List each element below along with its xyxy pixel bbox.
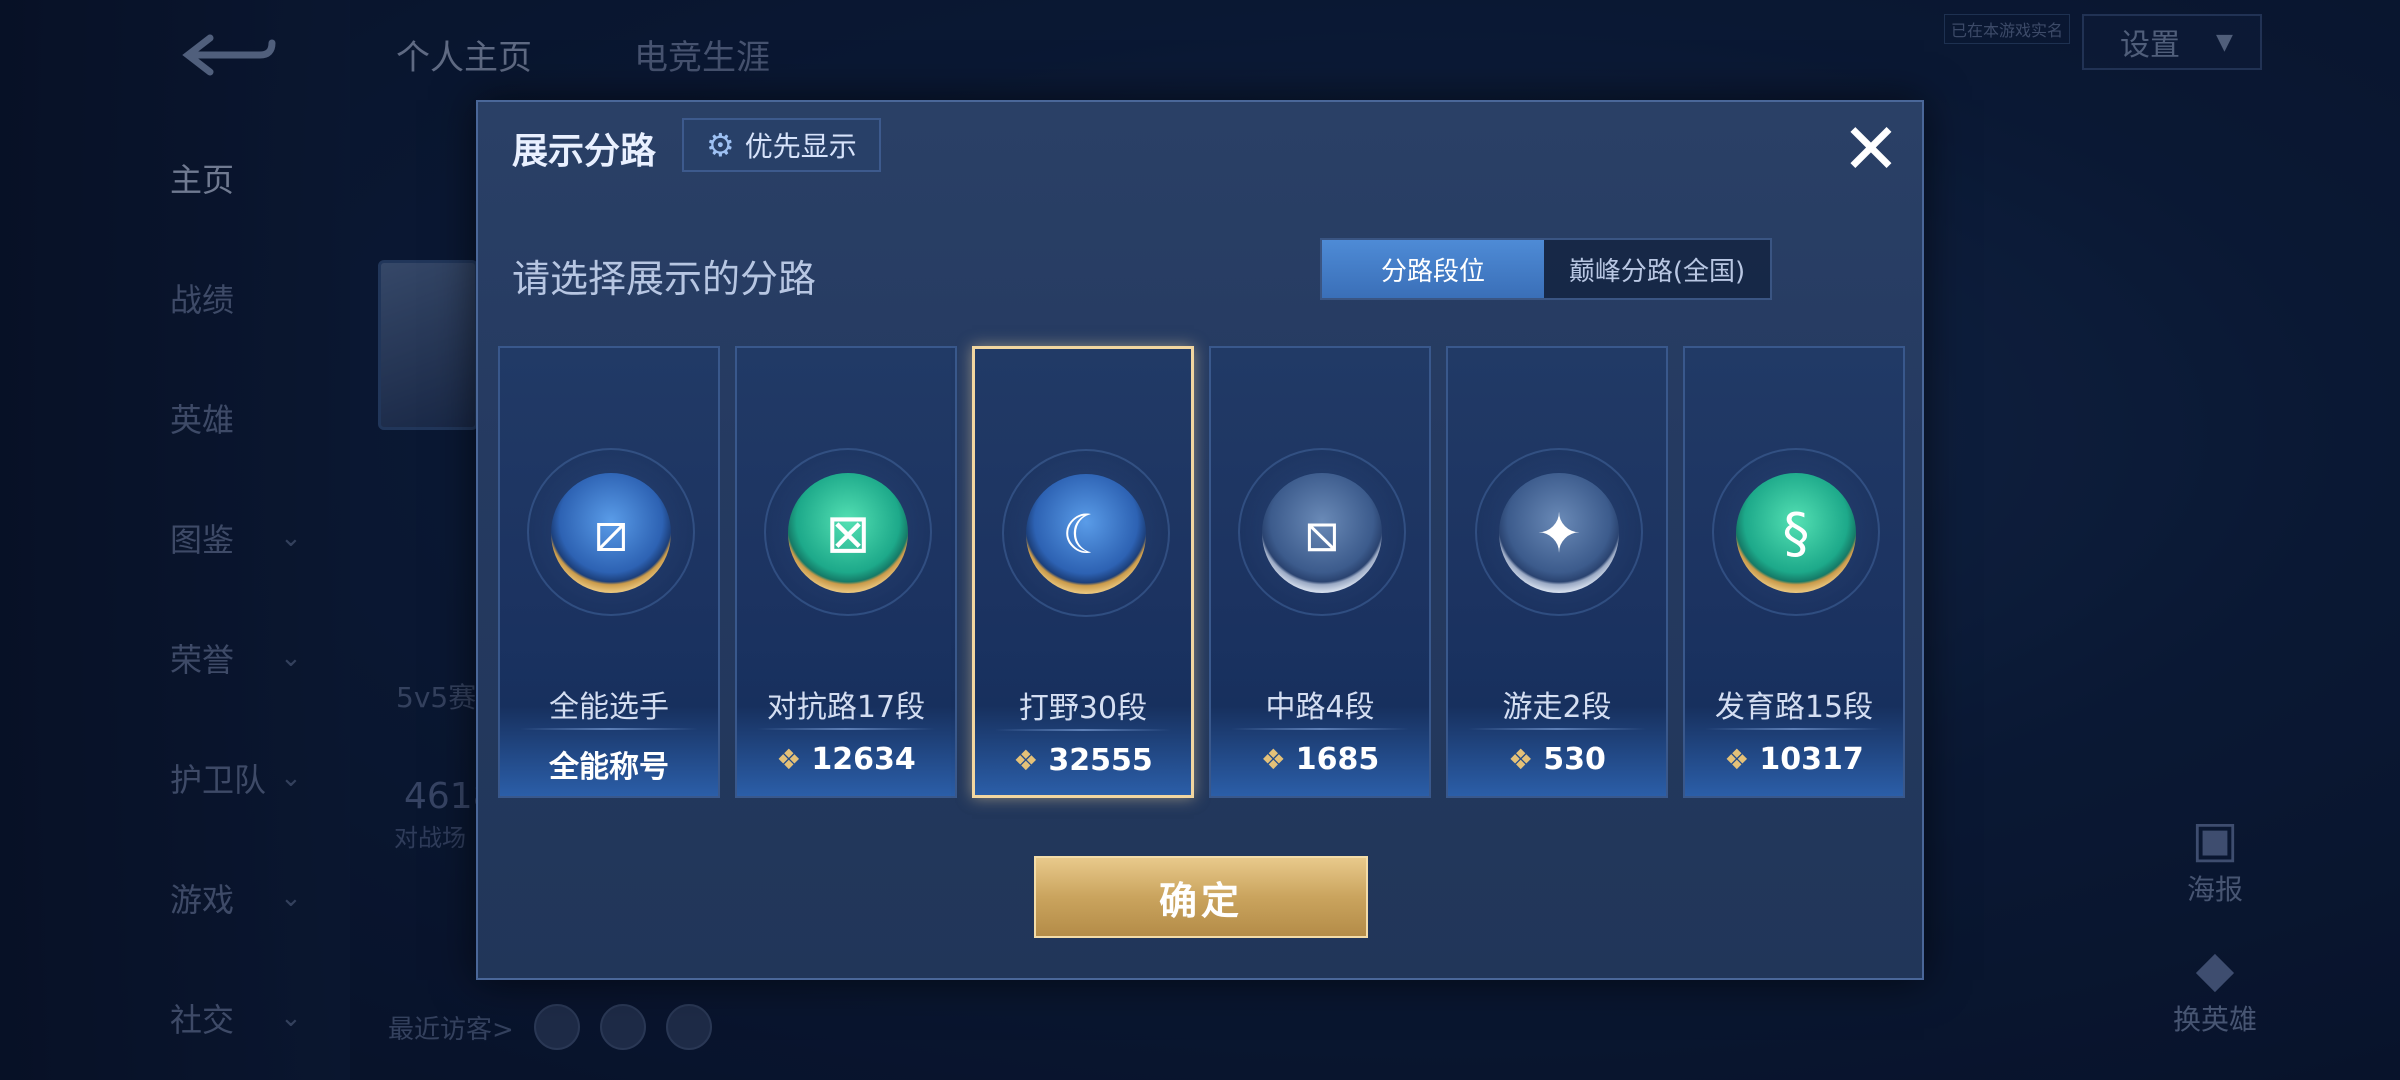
roam-emblem-icon: ✦ — [1499, 473, 1619, 593]
rank-points-icon: ❖ — [1724, 743, 1750, 776]
dialog-subtitle: 请选择展示的分路 — [512, 257, 817, 301]
lane-score: ❖ 12634 — [737, 742, 955, 777]
rank-points-icon: ❖ — [1260, 743, 1286, 776]
clash-lane-emblem-icon: ⊠ — [788, 473, 908, 593]
lane-score-value: 530 — [1543, 742, 1606, 777]
divider — [520, 728, 698, 730]
mid-lane-emblem-icon: ⧅ — [1262, 473, 1382, 593]
lane-card[interactable]: § 发育路15段 ❖ 10317 — [1683, 346, 1905, 798]
farm-lane-emblem-icon: § — [1736, 473, 1856, 593]
divider — [757, 728, 935, 730]
priority-display-label: 优先显示 — [744, 130, 857, 163]
lane-card[interactable]: ⊠ 对抗路17段 ❖ 12634 — [735, 346, 957, 798]
confirm-button[interactable]: 确定 — [1034, 856, 1368, 938]
divider — [995, 729, 1171, 731]
rank-points-icon: ❖ — [1013, 744, 1039, 777]
lane-name: 打野30段 — [1018, 691, 1148, 726]
lane-score-value: 32555 — [1048, 743, 1153, 778]
lane-score-value: 全能称号 — [549, 750, 669, 785]
lane-score: ❖ 530 — [1448, 742, 1666, 777]
lane-score-value: 12634 — [811, 742, 916, 777]
lane-score: 全能称号 — [500, 742, 718, 786]
lane-score: ❖ 1685 — [1211, 742, 1429, 777]
lane-display-dialog: 展示分路 ⚙ 优先显示 ✕ 请选择展示的分路 分路段位 巅峰分路(全国) ⧄ 全能… — [476, 100, 1924, 980]
tab-lane-rank[interactable]: 分路段位 — [1322, 240, 1544, 298]
lane-card-list: ⧄ 全能选手全能称号 ⊠ 对抗路17段 ❖ 12634 ☾ 打野30段 ❖ 32555 ⧅ 中路4段 ❖… — [498, 346, 1906, 798]
divider — [1468, 728, 1646, 730]
lane-score-value: 10317 — [1759, 742, 1864, 777]
divider — [1231, 728, 1409, 730]
divider — [1705, 728, 1883, 730]
lane-card[interactable]: ⧅ 中路4段 ❖ 1685 — [1209, 346, 1431, 798]
tab-peak-lane[interactable]: 巅峰分路(全国) — [1544, 240, 1770, 298]
priority-display-button[interactable]: ⚙ 优先显示 — [682, 118, 881, 172]
lane-name: 中路4段 — [1265, 690, 1375, 725]
close-icon[interactable]: ✕ — [1836, 114, 1906, 184]
lane-score: ❖ 10317 — [1685, 742, 1903, 777]
gear-icon: ⚙ — [706, 126, 735, 164]
all-round-emblem-icon: ⧄ — [551, 473, 671, 593]
lane-card[interactable]: ☾ 打野30段 ❖ 32555 — [972, 346, 1194, 798]
lane-card[interactable]: ⧄ 全能选手全能称号 — [498, 346, 720, 798]
lane-card[interactable]: ✦ 游走2段 ❖ 530 — [1446, 346, 1668, 798]
jungle-emblem-icon: ☾ — [1026, 474, 1146, 594]
lane-tabs: 分路段位 巅峰分路(全国) — [1320, 238, 1772, 300]
rank-points-icon: ❖ — [1508, 743, 1534, 776]
lane-name: 对抗路17段 — [766, 690, 926, 725]
lane-score: ❖ 32555 — [975, 743, 1191, 778]
lane-name: 发育路15段 — [1714, 690, 1874, 725]
rank-points-icon: ❖ — [776, 743, 802, 776]
lane-score-value: 1685 — [1295, 742, 1380, 777]
lane-name: 全能选手 — [549, 690, 669, 725]
dialog-title: 展示分路 — [512, 131, 657, 172]
lane-name: 游走2段 — [1502, 690, 1612, 725]
